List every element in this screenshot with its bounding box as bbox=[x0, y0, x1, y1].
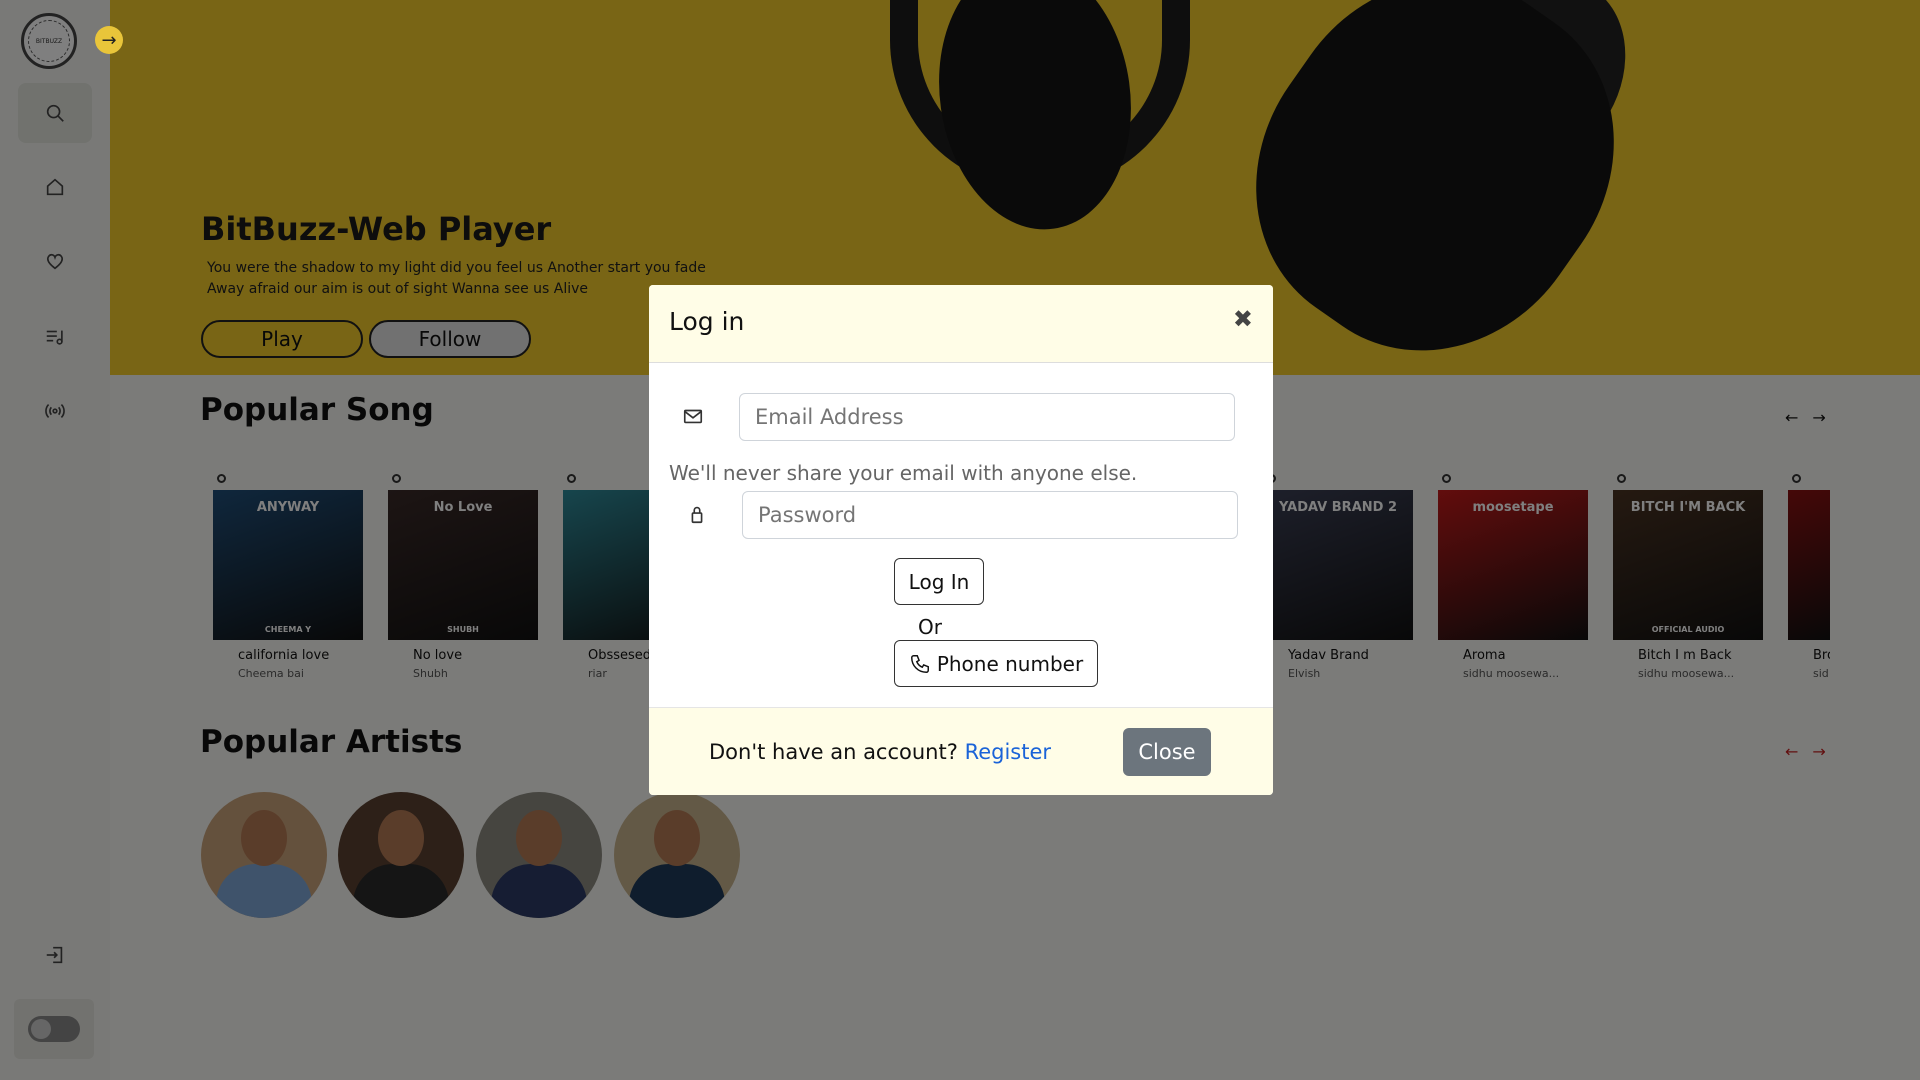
email-input[interactable] bbox=[739, 393, 1235, 441]
modal-footer: Don't have an account? Register Close bbox=[649, 707, 1273, 795]
phone-login-button[interactable]: Phone number bbox=[894, 640, 1098, 687]
modal-title: Log in bbox=[669, 307, 745, 336]
or-separator: Or bbox=[918, 615, 942, 639]
lock-icon bbox=[686, 503, 708, 530]
phone-login-label: Phone number bbox=[936, 651, 1084, 676]
arrow-right-icon: → bbox=[101, 29, 117, 51]
email-row bbox=[649, 393, 1273, 441]
close-icon[interactable]: ✖ bbox=[1233, 305, 1253, 333]
phone-icon bbox=[910, 654, 929, 673]
close-button[interactable]: Close bbox=[1123, 728, 1211, 776]
modal-header: Log in ✖ bbox=[649, 285, 1273, 363]
expand-sidebar-button[interactable]: → bbox=[95, 26, 123, 54]
email-help-text: We'll never share your email with anyone… bbox=[669, 461, 1138, 485]
envelope-icon bbox=[682, 405, 704, 432]
login-modal: Log in ✖ We'll never share your email wi… bbox=[649, 285, 1273, 795]
login-button[interactable]: Log In bbox=[894, 558, 984, 605]
password-input[interactable] bbox=[742, 491, 1238, 539]
register-link[interactable]: Register bbox=[965, 740, 1051, 764]
register-prompt: Don't have an account? Register bbox=[709, 740, 1052, 764]
password-row bbox=[649, 491, 1273, 539]
